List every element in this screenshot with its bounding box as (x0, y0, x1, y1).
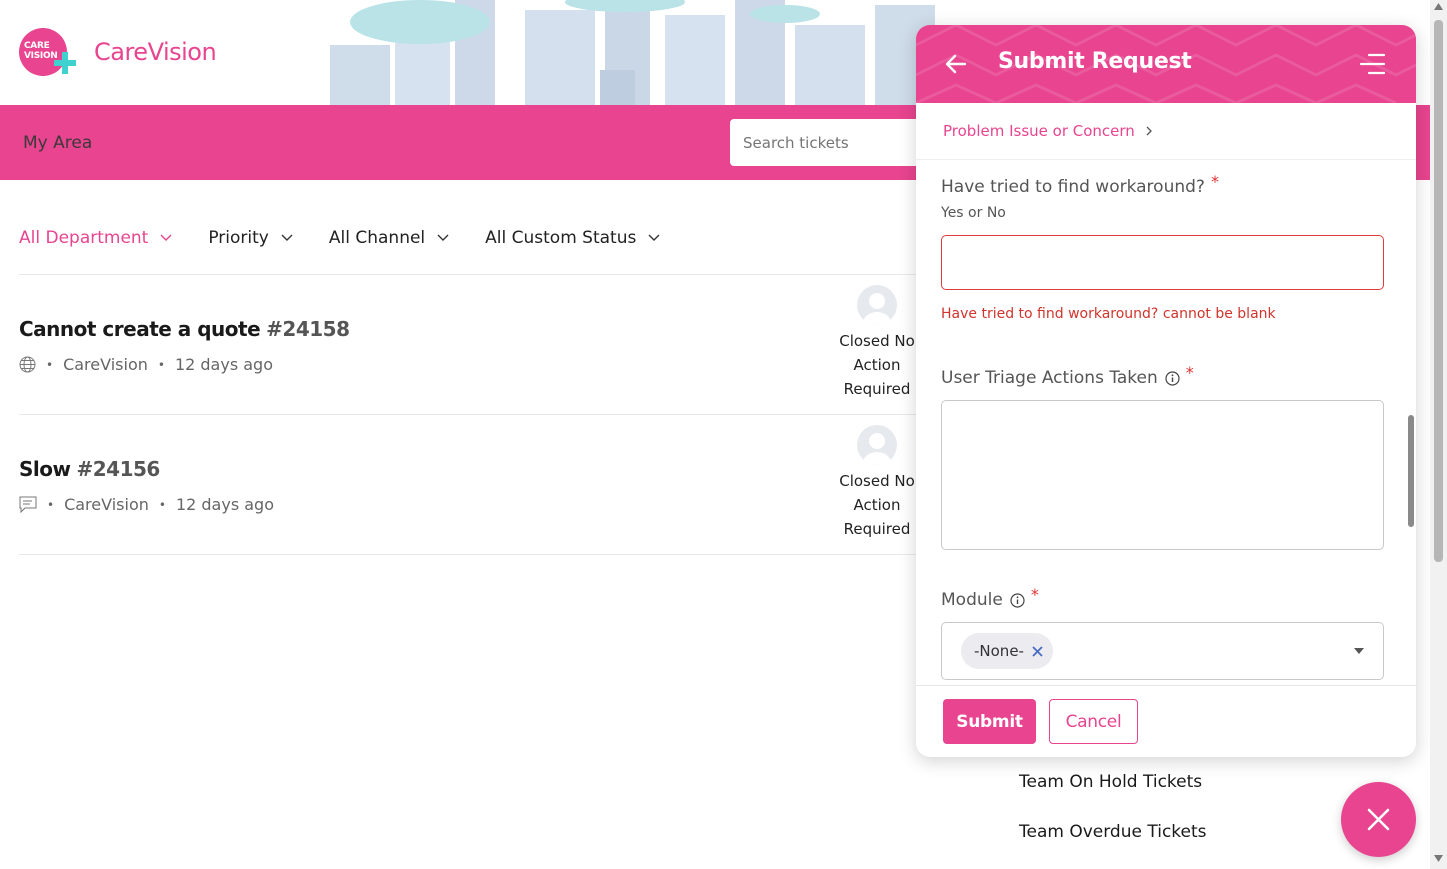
scroll-up-icon[interactable] (1434, 3, 1443, 10)
filter-department-label: All Department (19, 228, 149, 248)
workaround-hint: Yes or No (941, 205, 1006, 221)
info-icon[interactable] (1010, 592, 1025, 608)
globe-icon (19, 356, 36, 373)
ticket-title-text: Slow (19, 457, 71, 481)
chip-label: -None- (974, 642, 1024, 660)
panel-header: Submit Request (916, 25, 1416, 103)
logo-plus-icon (54, 52, 76, 74)
my-area-label[interactable]: My Area (23, 133, 92, 153)
page-scrollbar[interactable] (1430, 0, 1447, 869)
chat-icon (19, 496, 37, 513)
team-on-hold-tickets-link[interactable]: Team On Hold Tickets (1019, 772, 1202, 792)
filter-priority-label: Priority (208, 228, 269, 248)
ticket-age: 12 days ago (175, 495, 274, 514)
triage-label-text: User Triage Actions Taken (941, 368, 1158, 388)
ticket-org: CareVision (64, 495, 149, 514)
divider (916, 685, 1416, 686)
filter-custom-status[interactable]: All Custom Status (485, 228, 660, 248)
chevron-right-icon (1146, 126, 1152, 136)
search-input[interactable] (730, 119, 930, 166)
close-widget-button[interactable] (1341, 782, 1416, 857)
ticket-age: 12 days ago (174, 355, 273, 374)
separator-dot: • (157, 357, 165, 372)
team-overdue-tickets-link[interactable]: Team Overdue Tickets (1019, 822, 1207, 842)
filter-bar: All Department Priority All Channel All … (19, 228, 696, 248)
ticket-number: #24158 (266, 317, 350, 341)
divider (916, 159, 1416, 160)
scrollbar-thumb[interactable] (1434, 20, 1443, 562)
avatar (857, 425, 897, 465)
caret-down-icon[interactable] (1354, 648, 1364, 654)
required-asterisk: * (1030, 584, 1039, 604)
user-icon (863, 433, 891, 465)
ticket-meta: • CareVision • 12 days ago (19, 355, 273, 374)
panel-scrollbar[interactable] (1408, 415, 1414, 527)
menu-icon[interactable] (1359, 52, 1385, 76)
required-asterisk: * (1210, 171, 1219, 191)
ticket-number: #24156 (76, 457, 160, 481)
triage-textarea[interactable] (941, 400, 1384, 550)
ticket-meta: • CareVision • 12 days ago (19, 495, 274, 514)
filter-priority[interactable]: Priority (208, 228, 293, 248)
triage-label: User Triage Actions Taken * (941, 363, 1194, 389)
chevron-down-icon (437, 234, 449, 241)
close-icon (1367, 808, 1390, 831)
separator-dot: • (46, 357, 54, 372)
module-label: Module * (941, 585, 1039, 611)
filter-channel-label: All Channel (328, 228, 426, 248)
ticket-title[interactable]: Cannot create a quote #24158 (19, 317, 350, 341)
remove-icon[interactable] (1032, 645, 1043, 657)
ticket-row[interactable]: Slow #24156 • CareVision • 12 days ago Cl… (19, 415, 919, 555)
workaround-label: Have tried to find workaround? * (941, 172, 1219, 198)
cancel-button[interactable]: Cancel (1049, 699, 1138, 744)
module-label-text: Module (941, 590, 1003, 610)
chevron-down-icon (160, 234, 172, 241)
selected-chip: -None- (961, 633, 1053, 669)
user-icon (863, 293, 891, 325)
chevron-down-icon (648, 234, 660, 241)
separator-dot: • (158, 497, 166, 512)
avatar (857, 285, 897, 325)
ticket-status: Closed No Action Required (839, 332, 915, 398)
back-arrow-icon[interactable] (944, 52, 968, 76)
workaround-label-text: Have tried to find workaround? (941, 177, 1205, 197)
submit-request-panel: Submit Request Problem Issue or Concern … (916, 25, 1416, 757)
module-select[interactable]: -None- (941, 622, 1384, 680)
breadcrumb-label: Problem Issue or Concern (943, 122, 1135, 140)
ticket-org: CareVision (63, 355, 148, 374)
workaround-input[interactable] (941, 235, 1384, 290)
filter-custom-status-label: All Custom Status (485, 228, 637, 248)
ticket-title[interactable]: Slow #24156 (19, 457, 160, 481)
required-asterisk: * (1185, 362, 1194, 382)
brand-name[interactable]: CareVision (94, 38, 217, 66)
workaround-error-message: Have tried to find workaround? cannot be… (941, 306, 1276, 322)
filter-department[interactable]: All Department (19, 228, 172, 248)
filter-channel[interactable]: All Channel (329, 228, 449, 248)
ticket-status: Closed No Action Required (839, 472, 915, 538)
submit-button[interactable]: Submit (943, 699, 1036, 744)
ticket-row[interactable]: Cannot create a quote #24158 • CareVision… (19, 275, 919, 415)
city-skyline-illustration (330, 0, 935, 105)
ticket-title-text: Cannot create a quote (19, 317, 261, 341)
breadcrumb[interactable]: Problem Issue or Concern (943, 122, 1153, 140)
info-icon[interactable] (1165, 370, 1180, 386)
panel-title: Submit Request (998, 49, 1192, 74)
separator-dot: • (47, 497, 55, 512)
chevron-down-icon (281, 234, 293, 241)
scroll-down-icon[interactable] (1434, 855, 1443, 862)
